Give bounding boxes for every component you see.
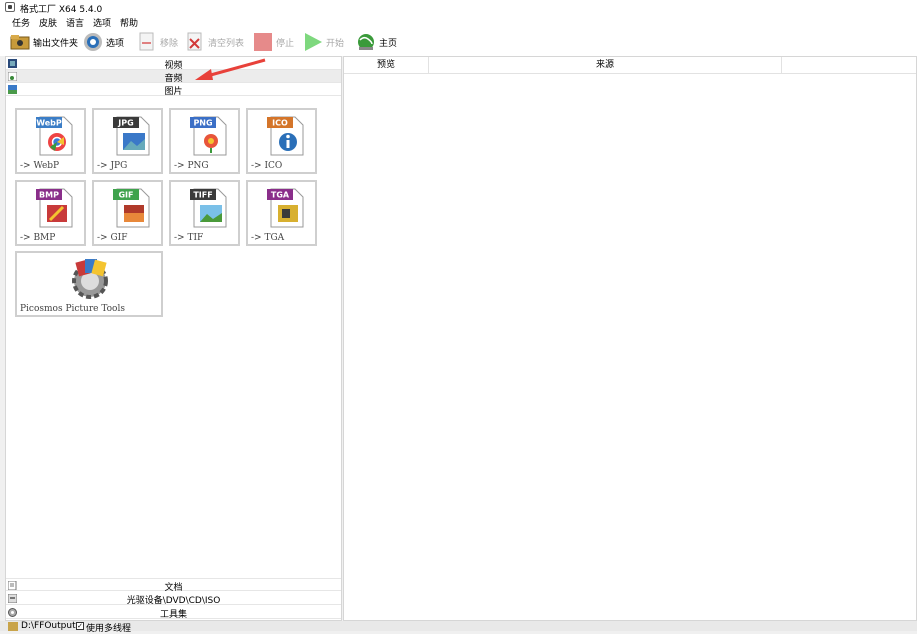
options-label: 选项 xyxy=(106,38,125,49)
tile-ico[interactable]: ICO -> ICO xyxy=(246,108,317,174)
column-source[interactable]: 来源 xyxy=(429,57,782,74)
stop-icon xyxy=(253,32,273,52)
tile-badge: TGA xyxy=(271,191,290,200)
folder-icon xyxy=(10,32,30,52)
output-folder-icon[interactable] xyxy=(8,622,18,631)
remove-doc-icon xyxy=(137,32,157,52)
start-label: 开始 xyxy=(326,38,345,49)
tile-badge: JPG xyxy=(117,119,133,128)
clear-list-icon xyxy=(185,32,205,52)
home-button[interactable]: 主页 xyxy=(356,31,397,53)
category-toolbox-label: 工具集 xyxy=(159,610,187,620)
png-file-icon: PNG xyxy=(190,115,228,157)
annotation-arrow xyxy=(195,58,266,80)
category-disc-label: 光驱设备\DVD\CD\ISO xyxy=(126,596,221,606)
tile-label: -> TGA xyxy=(251,233,285,243)
tile-badge: GIF xyxy=(118,191,133,200)
remove-button[interactable]: 移除 xyxy=(137,31,178,53)
options-button[interactable]: 选项 xyxy=(83,31,124,53)
category-video[interactable]: 视频 xyxy=(6,57,341,71)
gear-icon xyxy=(83,32,103,52)
tile-label: -> GIF xyxy=(97,233,128,243)
output-folder-label: 输出文件夹 xyxy=(33,38,79,49)
tile-tga[interactable]: TGA -> TGA xyxy=(246,180,317,246)
clear-list-label: 清空列表 xyxy=(208,38,245,49)
globe-icon xyxy=(356,32,376,52)
tile-label: -> WebP xyxy=(20,161,60,171)
tile-label: -> JPG xyxy=(97,161,128,171)
category-image[interactable]: 图片 xyxy=(6,83,341,97)
tile-badge: WebP xyxy=(36,119,62,128)
tile-label: Picosmos Picture Tools xyxy=(20,304,125,314)
multithread-label: 使用多线程 xyxy=(86,624,132,634)
stop-button[interactable]: 停止 xyxy=(253,31,294,53)
category-disc[interactable]: 光驱设备\DVD\CD\ISO xyxy=(6,592,341,606)
play-icon xyxy=(303,32,323,52)
start-button[interactable]: 开始 xyxy=(303,31,344,53)
gif-file-icon: GIF xyxy=(113,187,151,229)
category-toolbox[interactable]: 工具集 xyxy=(6,606,341,620)
app-icon xyxy=(5,2,15,12)
webp-file-icon: WebP xyxy=(36,115,74,157)
menu-bar: 任务 皮肤 语言 选项 帮助 xyxy=(0,14,917,29)
jpg-file-icon: JPG xyxy=(113,115,151,157)
tile-label: -> TIF xyxy=(174,233,204,243)
multithread-checkbox[interactable]: ✓ xyxy=(76,622,84,630)
tile-tif[interactable]: TIFF -> TIF xyxy=(169,180,240,246)
left-panel: 视频 音频 图片 WebP -> WebP JPG -> JPG PNG -> … xyxy=(5,56,342,621)
picosmos-gear-icon xyxy=(67,257,113,301)
task-list-panel[interactable]: 预览 来源 xyxy=(343,56,917,621)
tile-bmp[interactable]: BMP -> BMP xyxy=(15,180,86,246)
output-folder-button[interactable]: 输出文件夹 xyxy=(10,31,78,53)
category-document[interactable]: 文档 xyxy=(6,578,341,593)
tile-badge: TIFF xyxy=(193,191,212,200)
tile-jpg[interactable]: JPG -> JPG xyxy=(92,108,163,174)
task-table-header: 预览 来源 xyxy=(344,57,916,74)
remove-label: 移除 xyxy=(160,38,179,49)
tile-webp[interactable]: WebP -> WebP xyxy=(15,108,86,174)
bmp-file-icon: BMP xyxy=(36,187,74,229)
tile-picosmos[interactable]: Picosmos Picture Tools xyxy=(15,251,163,317)
category-audio[interactable]: 音频 xyxy=(6,70,341,84)
clear-list-button[interactable]: 清空列表 xyxy=(185,31,244,53)
toolbar: 输出文件夹 选项 移除 清空列表 停止 开始 主页 xyxy=(0,28,917,56)
tile-badge: BMP xyxy=(39,191,59,200)
category-image-label: 图片 xyxy=(164,87,183,97)
title-bar: 格式工厂 X64 5.4.0 xyxy=(0,0,917,15)
tiff-file-icon: TIFF xyxy=(190,187,228,229)
column-preview[interactable]: 预览 xyxy=(344,57,429,74)
tile-gif[interactable]: GIF -> GIF xyxy=(92,180,163,246)
tile-png[interactable]: PNG -> PNG xyxy=(169,108,240,174)
status-bar: D:\FFOutput ✓ 使用多线程 xyxy=(0,621,917,634)
tile-label: -> ICO xyxy=(251,161,283,171)
stop-label: 停止 xyxy=(276,38,295,49)
tile-badge: PNG xyxy=(193,119,212,128)
tile-badge: ICO xyxy=(272,119,288,128)
tile-label: -> BMP xyxy=(20,233,56,243)
tga-file-icon: TGA xyxy=(267,187,305,229)
home-label: 主页 xyxy=(379,38,398,49)
tile-label: -> PNG xyxy=(174,161,209,171)
output-path: D:\FFOutput xyxy=(21,621,76,631)
ico-file-icon: ICO xyxy=(267,115,305,157)
